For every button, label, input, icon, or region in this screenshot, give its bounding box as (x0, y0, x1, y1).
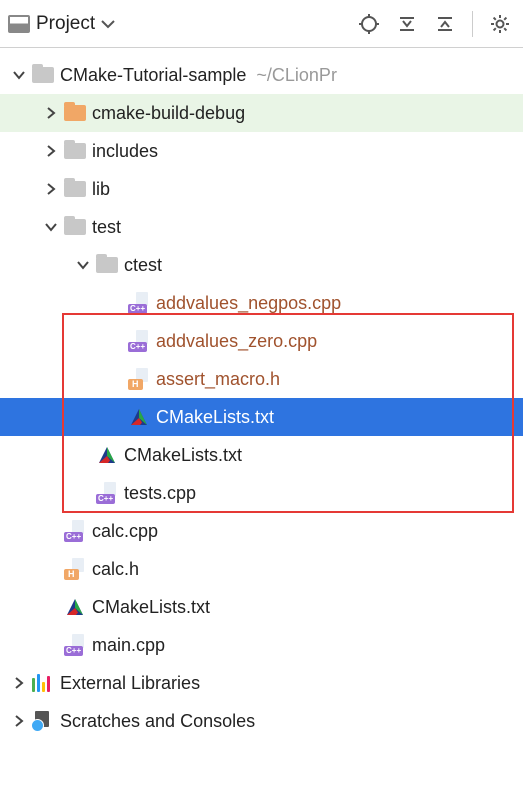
tree-item-label: cmake-build-debug (88, 103, 245, 124)
tree-item-label: tests.cpp (120, 483, 196, 504)
cmake-file-icon (126, 407, 152, 427)
tree-item-label: calc.h (88, 559, 139, 580)
tree-item-ctest[interactable]: ctest (0, 246, 523, 284)
cpp-file-icon (94, 482, 120, 504)
chevron-right-icon (8, 677, 30, 689)
chevron-right-icon (8, 715, 30, 727)
cmake-file-icon (62, 597, 88, 617)
tree-item-label: CMakeLists.txt (152, 407, 274, 428)
tree-item-label: assert_macro.h (152, 369, 280, 390)
locate-target-icon[interactable] (354, 9, 384, 39)
h-file-icon (62, 558, 88, 580)
tree-item-lib[interactable]: lib (0, 170, 523, 208)
tree-item-scratches[interactable]: Scratches and Consoles (0, 702, 523, 740)
chevron-down-icon (101, 19, 115, 29)
folder-icon (62, 181, 88, 197)
tree-item-label: main.cpp (88, 635, 165, 656)
cpp-file-icon (126, 292, 152, 314)
folder-icon (94, 257, 120, 273)
libraries-icon (30, 674, 56, 692)
project-view-label: Project (36, 13, 95, 35)
cpp-file-icon (62, 520, 88, 542)
tree-item-label: Scratches and Consoles (56, 711, 255, 732)
tree-item-label: External Libraries (56, 673, 200, 694)
tree-item-external-libraries[interactable]: External Libraries (0, 664, 523, 702)
project-view-selector[interactable]: Project (8, 13, 115, 35)
tree-item-calc-cpp[interactable]: calc.cpp (0, 512, 523, 550)
folder-icon (62, 219, 88, 235)
folder-icon (30, 67, 56, 83)
tree-item-cmake-build-debug[interactable]: cmake-build-debug (0, 94, 523, 132)
tree-item-label: includes (88, 141, 158, 162)
tree-item-main-cpp[interactable]: main.cpp (0, 626, 523, 664)
project-panel-icon (8, 15, 30, 33)
tree-item-addvalues-negpos[interactable]: addvalues_negpos.cpp (0, 284, 523, 322)
tree-item-addvalues-zero[interactable]: addvalues_zero.cpp (0, 322, 523, 360)
tree-item-label: CMakeLists.txt (88, 597, 210, 618)
settings-gear-icon[interactable] (485, 9, 515, 39)
tree-item-test[interactable]: test (0, 208, 523, 246)
tree-item-label: ctest (120, 255, 162, 276)
chevron-right-icon (40, 107, 62, 119)
tree-item-assert-macro[interactable]: assert_macro.h (0, 360, 523, 398)
chevron-right-icon (40, 145, 62, 157)
chevron-down-icon (40, 221, 62, 233)
scratches-icon (30, 711, 56, 731)
tree-item-label: test (88, 217, 121, 238)
tree-item-label: addvalues_negpos.cpp (152, 293, 341, 314)
folder-icon (62, 143, 88, 159)
project-toolbar: Project (0, 0, 523, 48)
tree-item-cmakelists-root[interactable]: CMakeLists.txt (0, 588, 523, 626)
tree-item-includes[interactable]: includes (0, 132, 523, 170)
tree-item-label: lib (88, 179, 110, 200)
tree-root-cmake-tutorial[interactable]: CMake-Tutorial-sample ~/CLionPr (0, 56, 523, 94)
chevron-down-icon (8, 69, 30, 81)
cpp-file-icon (62, 634, 88, 656)
tree-item-calc-h[interactable]: calc.h (0, 550, 523, 588)
cpp-file-icon (126, 330, 152, 352)
tree-item-label: addvalues_zero.cpp (152, 331, 317, 352)
h-file-icon (126, 368, 152, 390)
tree-item-cmakelists-ctest[interactable]: CMakeLists.txt (0, 398, 523, 436)
cmake-file-icon (94, 445, 120, 465)
expand-all-icon[interactable] (392, 9, 422, 39)
tree-item-path: ~/CLionPr (246, 65, 337, 86)
toolbar-separator (472, 11, 473, 37)
project-tree: CMake-Tutorial-sample ~/CLionPr cmake-bu… (0, 48, 523, 748)
chevron-right-icon (40, 183, 62, 195)
tree-item-label: CMake-Tutorial-sample (56, 65, 246, 86)
folder-icon (62, 105, 88, 121)
chevron-down-icon (72, 259, 94, 271)
tree-item-cmakelists-test[interactable]: CMakeLists.txt (0, 436, 523, 474)
tree-item-label: calc.cpp (88, 521, 158, 542)
tree-item-label: CMakeLists.txt (120, 445, 242, 466)
collapse-all-icon[interactable] (430, 9, 460, 39)
tree-item-tests-cpp[interactable]: tests.cpp (0, 474, 523, 512)
